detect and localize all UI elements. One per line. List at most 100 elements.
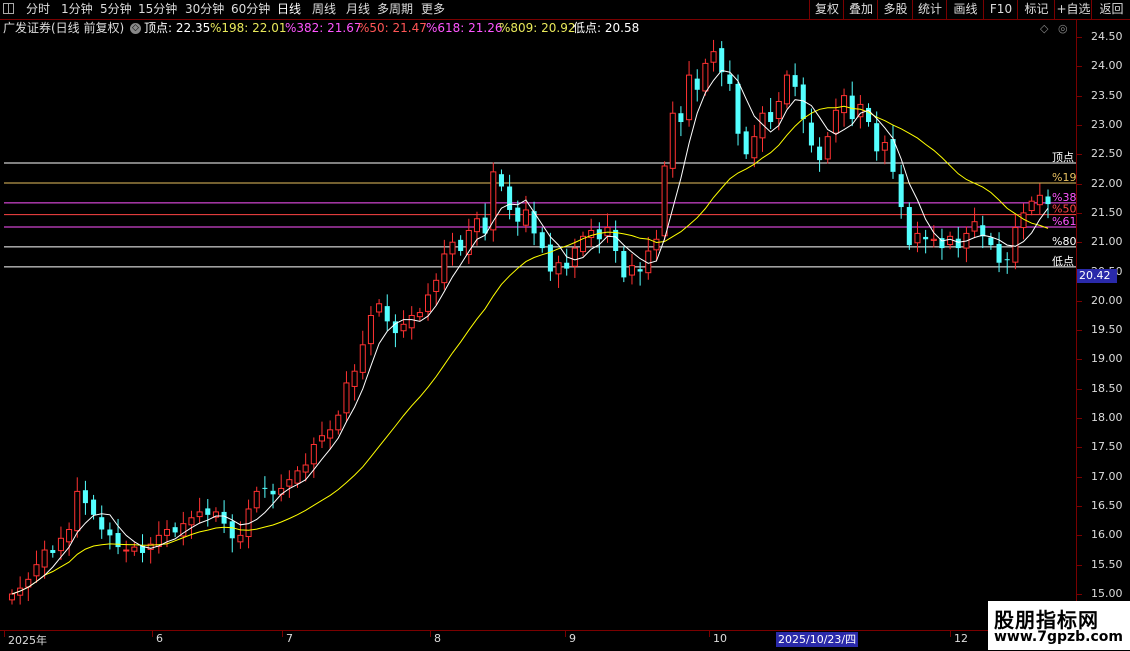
layout-icon[interactable] xyxy=(3,3,14,14)
top-toolbar: 分时 1分钟 5分钟 15分钟 30分钟 60分钟 日线 周线 月线 多周期 更多 复权 叠加 多股 统计… xyxy=(0,0,1130,20)
tick-mark xyxy=(1077,535,1082,537)
candle-body xyxy=(669,112,676,169)
candle-body xyxy=(906,207,912,246)
tab-10[interactable]: 更多 xyxy=(421,1,445,17)
date-axis: 2025年 6 7 8 9 10 12 2025/10/23/四 xyxy=(0,630,1130,651)
price-tick: 17.00 xyxy=(1091,469,1123,483)
candle-body xyxy=(808,122,814,146)
candle-body xyxy=(237,534,244,543)
toolbar-button-4[interactable]: 画线 xyxy=(946,0,984,19)
price-tick: 17.50 xyxy=(1091,440,1123,454)
candle-body xyxy=(547,244,553,272)
candle-body xyxy=(955,238,961,249)
date-tick-mark xyxy=(709,631,710,637)
toolbar-button-2[interactable]: 多股 xyxy=(877,0,913,19)
kline-chart[interactable]: 顶点%19%38%50%61%80低点 xyxy=(0,37,1076,630)
candle-body xyxy=(82,490,88,504)
toolbar-button-6[interactable]: 标记 xyxy=(1017,0,1055,19)
candle-body xyxy=(416,312,423,318)
watermark-url: www.7gpzb.com xyxy=(994,629,1124,645)
tab-7[interactable]: 周线 xyxy=(312,1,336,17)
candle-body xyxy=(686,74,693,121)
tick-mark xyxy=(1077,212,1082,214)
candle-body xyxy=(123,549,130,552)
candle-body xyxy=(628,265,635,276)
candle-body xyxy=(196,511,203,518)
level-label-4: %61 xyxy=(1052,215,1076,228)
candle-body xyxy=(1028,200,1035,212)
candle-body xyxy=(482,217,488,234)
price-tick: 20.00 xyxy=(1091,293,1123,307)
info-item-5: %809: 20.92 xyxy=(499,21,576,35)
level-label-1: %19 xyxy=(1052,171,1076,184)
price-tick: 23.50 xyxy=(1091,88,1123,102)
candle-body xyxy=(507,186,513,210)
stock-name[interactable]: 广发证券(日线 前复权) xyxy=(3,20,124,37)
candle-body xyxy=(172,527,178,533)
candle-body xyxy=(286,479,293,487)
price-tick: 18.00 xyxy=(1091,411,1123,425)
date-tick-mark xyxy=(282,631,283,637)
candle-body xyxy=(359,344,366,373)
candle-body xyxy=(914,232,921,244)
date-tick: 9 xyxy=(569,632,576,645)
tick-mark xyxy=(1077,564,1082,566)
tick-mark xyxy=(1077,506,1082,508)
toolbar-button-0[interactable]: 复权 xyxy=(809,0,844,19)
candle-body xyxy=(327,429,334,439)
candle-body xyxy=(515,207,521,222)
candle-body xyxy=(270,490,276,495)
candle-body xyxy=(302,464,309,473)
candle-body xyxy=(817,146,823,161)
tick-mark xyxy=(1077,300,1082,302)
candle-body xyxy=(294,470,301,484)
candle-body xyxy=(555,262,562,275)
candle-body xyxy=(971,221,978,232)
candle-body xyxy=(229,521,235,539)
tick-mark xyxy=(1077,183,1082,185)
tab-6[interactable]: 日线 xyxy=(277,1,301,17)
tab-3[interactable]: 15分钟 xyxy=(138,1,177,17)
collapse-icon[interactable]: ◇ xyxy=(130,23,141,34)
candle-body xyxy=(408,315,415,329)
candle-body xyxy=(441,253,448,284)
current-price-label: 20.42 xyxy=(1077,269,1117,284)
toolbar-button-3[interactable]: 统计 xyxy=(912,0,947,19)
candle-body xyxy=(473,218,481,233)
candle-body xyxy=(91,499,97,515)
toolbar-button-1[interactable]: 叠加 xyxy=(843,0,878,19)
candle-body xyxy=(343,382,350,414)
tab-2[interactable]: 5分钟 xyxy=(100,1,132,17)
tab-8[interactable]: 月线 xyxy=(346,1,370,17)
tick-mark xyxy=(1077,476,1082,478)
candle-body xyxy=(310,443,317,465)
price-tick: 18.50 xyxy=(1091,381,1123,395)
candle-body xyxy=(661,165,668,237)
candle-body xyxy=(792,75,798,87)
level-label-5: %80 xyxy=(1052,235,1076,248)
candle-body xyxy=(163,529,171,536)
tab-4[interactable]: 30分钟 xyxy=(185,1,224,17)
tab-9[interactable]: 多周期 xyxy=(377,1,413,17)
price-tick: 21.00 xyxy=(1091,235,1123,249)
candle-body xyxy=(33,564,40,577)
options-icon[interactable]: ◎ xyxy=(1058,20,1068,37)
tab-1[interactable]: 1分钟 xyxy=(61,1,93,17)
watermark: 股朋指标网 www.7gpzb.com xyxy=(988,601,1130,650)
tab-5[interactable]: 60分钟 xyxy=(231,1,270,17)
candle-body xyxy=(1004,259,1010,261)
tick-mark xyxy=(1077,124,1082,126)
candle-body xyxy=(498,174,504,187)
date-tick: 7 xyxy=(286,632,293,645)
diamond-icon[interactable]: ◇ xyxy=(1040,20,1048,37)
candle-body xyxy=(66,529,73,543)
tick-mark xyxy=(1077,447,1082,449)
candle-body xyxy=(564,262,570,269)
candle-body xyxy=(318,435,326,442)
toolbar-button-8[interactable]: 返回 xyxy=(1091,0,1130,19)
toolbar-button-5[interactable]: F10 xyxy=(983,0,1018,19)
tick-mark xyxy=(1077,66,1082,68)
tab-0[interactable]: 分时 xyxy=(26,1,50,17)
date-tick: 2025年 xyxy=(8,634,47,647)
toolbar-button-7[interactable]: +自选 xyxy=(1054,0,1092,19)
